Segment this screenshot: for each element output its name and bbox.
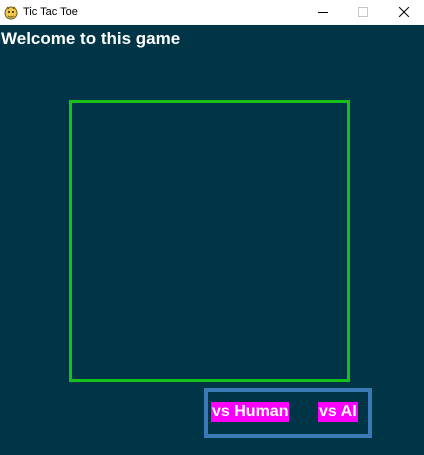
- vs-ai-button[interactable]: vs AI: [318, 402, 358, 422]
- maximize-icon: [358, 4, 368, 22]
- app-window: Tic Tac Toe Welcome to this game vs Huma…: [0, 0, 424, 455]
- game-board[interactable]: [69, 100, 350, 382]
- maximize-button[interactable]: [343, 0, 383, 25]
- mode-select-panel: vs Human vs AI: [204, 388, 372, 438]
- minimize-icon: [318, 4, 328, 22]
- title-bar[interactable]: Tic Tac Toe: [0, 0, 424, 25]
- welcome-heading: Welcome to this game: [1, 29, 181, 48]
- minimize-button[interactable]: [303, 0, 343, 25]
- close-icon: [398, 4, 410, 22]
- window-title: Tic Tac Toe: [23, 6, 78, 18]
- close-button[interactable]: [384, 0, 424, 25]
- game-canvas[interactable]: Welcome to this game vs Human vs AI: [0, 25, 424, 455]
- vs-human-button[interactable]: vs Human: [211, 402, 290, 422]
- pygame-snake-icon: [3, 4, 19, 20]
